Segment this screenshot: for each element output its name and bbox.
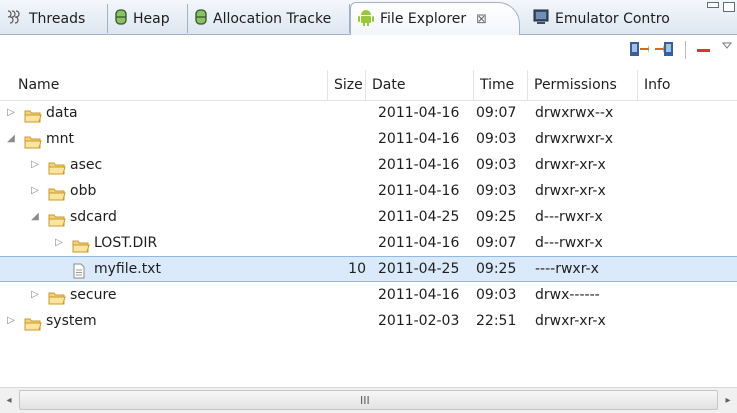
scroll-right-arrow-icon[interactable]: ▸	[719, 388, 737, 413]
file-name: system	[46, 313, 97, 329]
tree-row[interactable]: ▷ asec 2011-04-16 09:03 drwxr-xr-x	[0, 152, 737, 178]
file-permissions: drwxr-xr-x	[535, 157, 606, 173]
file-name: sdcard	[70, 209, 117, 225]
file-permissions: drwxr-xr-x	[535, 313, 606, 329]
expand-arrow-icon[interactable]: ▷	[30, 178, 40, 204]
file-date: 2011-04-16	[378, 131, 460, 147]
scrollbar-grip-icon: III	[360, 394, 370, 407]
file-date: 2011-04-16	[378, 287, 460, 303]
file-date: 2011-04-16	[378, 183, 460, 199]
maximize-view-icon[interactable]	[723, 2, 735, 12]
expand-arrow-icon[interactable]: ▷	[30, 282, 40, 308]
expand-arrow-icon[interactable]: ▷	[6, 100, 16, 126]
column-header-time[interactable]: Time	[474, 70, 528, 100]
file-time: 22:51	[476, 313, 517, 329]
file-time: 09:03	[476, 287, 517, 303]
view-tab-bar: Threads Heap Allocation Tracke File Expl…	[0, 0, 737, 35]
threads-icon	[6, 8, 24, 30]
view-menu-button[interactable]	[720, 39, 734, 61]
folder-icon	[24, 314, 42, 340]
file-permissions: drwxr-xr-x	[535, 183, 606, 199]
scroll-left-arrow-icon[interactable]: ◂	[0, 388, 18, 413]
file-permissions: d---rwxr-x	[535, 209, 603, 225]
file-time: 09:03	[476, 183, 517, 199]
tree-row[interactable]: ◢ mnt 2011-04-16 09:03 drwxrwxr-x	[0, 126, 737, 152]
tree-row[interactable]: ▷ LOST.DIR 2011-04-16 09:07 d---rwxr-x	[0, 230, 737, 256]
tab-label: Allocation Tracke	[213, 10, 332, 27]
tree-row[interactable]: ▷ obb 2011-04-16 09:03 drwxr-xr-x	[0, 178, 737, 204]
close-tab-icon[interactable]: ⊠	[476, 12, 487, 27]
column-header-name[interactable]: Name	[0, 70, 328, 100]
tree-row[interactable]: ▷ data 2011-04-16 09:07 drwxrwx--x	[0, 100, 737, 126]
file-table-header: Name Size Date Time Permissions Info	[0, 70, 737, 101]
delete-button[interactable]	[693, 39, 715, 61]
toolbar-separator	[685, 41, 686, 59]
tree-row[interactable]: myfile.txt 10 2011-04-25 09:25 ----rwxr-x	[0, 256, 737, 282]
tree-row[interactable]: ▷ secure 2011-04-16 09:03 drwx------	[0, 282, 737, 308]
android-icon	[357, 7, 375, 31]
tab-label: Heap	[133, 10, 170, 27]
tab-label: Emulator Contro	[555, 10, 670, 27]
file-name: asec	[70, 157, 103, 173]
expand-arrow-icon[interactable]: ▷	[30, 152, 40, 178]
column-header-info[interactable]: Info	[638, 70, 737, 100]
file-date: 2011-04-16	[378, 105, 460, 121]
file-date: 2011-04-16	[378, 157, 460, 173]
pull-file-button[interactable]	[628, 39, 650, 61]
column-header-date[interactable]: Date	[366, 70, 474, 100]
column-header-size[interactable]: Size	[328, 70, 366, 100]
expand-arrow-icon[interactable]: ▷	[6, 308, 16, 334]
file-permissions: drwx------	[535, 287, 600, 303]
file-time: 09:03	[476, 131, 517, 147]
file-permissions: ----rwxr-x	[535, 261, 599, 277]
collapse-arrow-icon[interactable]: ◢	[30, 204, 40, 230]
file-permissions: drwxrwxr-x	[535, 131, 614, 147]
file-time: 09:25	[476, 209, 517, 225]
tab-label: Threads	[29, 10, 86, 27]
view-toolbar	[0, 35, 737, 65]
horizontal-scrollbar[interactable]: ◂ III ▸	[0, 387, 737, 413]
push-file-icon	[654, 42, 676, 65]
file-name: secure	[70, 287, 117, 303]
scrollbar-thumb[interactable]: III	[19, 390, 718, 410]
file-time: 09:03	[476, 157, 517, 173]
view-menu-icon	[720, 41, 734, 57]
file-name: myfile.txt	[94, 261, 161, 277]
collapse-arrow-icon[interactable]: ◢	[6, 126, 16, 152]
tree-row[interactable]: ◢ sdcard 2011-04-25 09:25 d---rwxr-x	[0, 204, 737, 230]
file-date: 2011-02-03	[378, 313, 460, 329]
delete-icon	[693, 49, 715, 65]
file-permissions: drwxrwx--x	[535, 105, 614, 121]
push-file-button[interactable]	[654, 39, 676, 61]
tab-threads[interactable]: Threads	[0, 4, 108, 33]
file-name: mnt	[46, 131, 74, 147]
tab-allocation-tracker[interactable]: Allocation Tracke	[188, 4, 350, 33]
file-date: 2011-04-25	[378, 209, 460, 225]
file-size: 10	[348, 261, 366, 277]
pull-file-icon	[628, 42, 650, 65]
file-name: obb	[70, 183, 97, 199]
tab-file-explorer[interactable]: File Explorer ⊠	[350, 2, 520, 35]
minimize-view-icon[interactable]	[707, 2, 719, 8]
expand-arrow-icon[interactable]: ▷	[54, 230, 64, 256]
tab-heap[interactable]: Heap	[108, 4, 188, 33]
emulator-control-icon	[532, 8, 550, 30]
file-time: 09:07	[476, 105, 517, 121]
tab-emulator-control[interactable]: Emulator Contro	[526, 4, 698, 33]
file-date: 2011-04-16	[378, 235, 460, 251]
file-date: 2011-04-25	[378, 261, 460, 277]
heap-icon	[114, 8, 128, 30]
tab-label: File Explorer	[380, 11, 467, 27]
file-name: LOST.DIR	[94, 235, 158, 251]
file-time: 09:07	[476, 235, 517, 251]
tree-row[interactable]: ▷ system 2011-02-03 22:51 drwxr-xr-x	[0, 308, 737, 334]
allocation-tracker-icon	[194, 8, 208, 30]
file-permissions: d---rwxr-x	[535, 235, 603, 251]
file-name: data	[46, 105, 78, 121]
column-header-permissions[interactable]: Permissions	[528, 70, 638, 100]
file-time: 09:25	[476, 261, 517, 277]
